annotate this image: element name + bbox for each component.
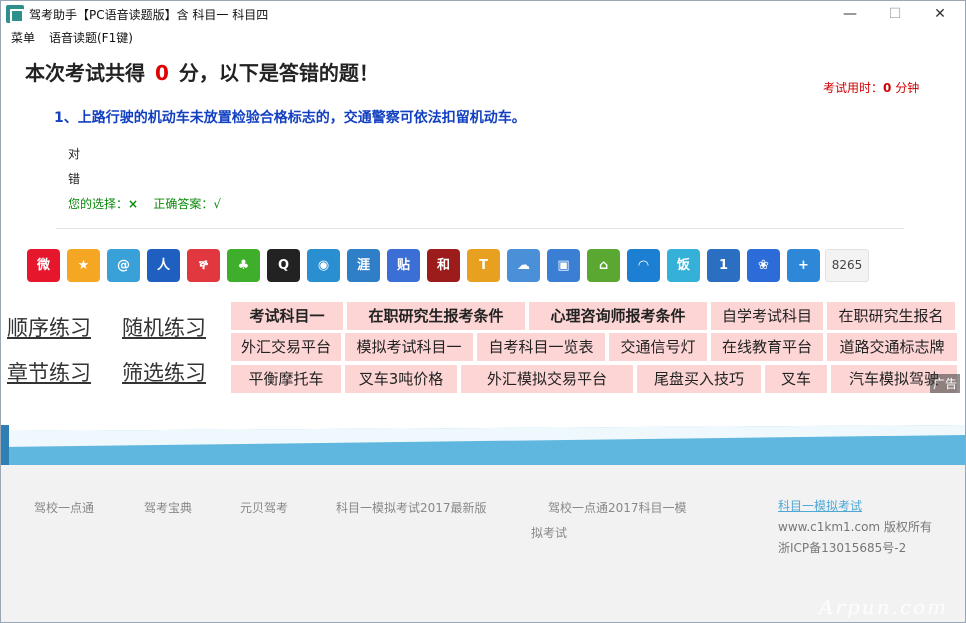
- correct-answer-label: 正确答案：: [153, 197, 214, 211]
- ad-link[interactable]: 外汇模拟交易平台: [461, 365, 633, 393]
- kaixin-icon[interactable]: ♣: [227, 249, 260, 282]
- gallery-icon[interactable]: ▣: [547, 249, 580, 282]
- minimize-button[interactable]: —: [827, 1, 873, 27]
- ad-link[interactable]: 叉车3吨价格: [345, 365, 457, 393]
- wifi-icon[interactable]: ◠: [627, 249, 660, 282]
- ad-link[interactable]: 自学考试科目: [711, 302, 823, 330]
- option-true[interactable]: 对: [68, 145, 80, 162]
- close-button[interactable]: ✕: [917, 1, 963, 27]
- ad-link[interactable]: 自考科目一览表: [477, 333, 605, 361]
- timer-unit: 分钟: [895, 81, 920, 95]
- timer-value: 0: [883, 81, 892, 95]
- renren-icon[interactable]: 人: [147, 249, 180, 282]
- ad-link[interactable]: 叉车: [765, 365, 827, 393]
- app-logo-icon: [6, 5, 24, 23]
- exam-timer: 考试用时：0 分钟: [823, 79, 919, 96]
- footer-link[interactable]: 科目一模拟考试2017最新版: [336, 499, 487, 516]
- random-practice-link[interactable]: 随机练习: [122, 312, 206, 342]
- tieba-icon[interactable]: 贴: [387, 249, 420, 282]
- ad-link[interactable]: 外汇交易平台: [231, 333, 341, 361]
- sohu-icon[interactable]: 涯: [347, 249, 380, 282]
- result-heading: 本次考试共得 0 分，以下是答错的题！: [25, 57, 379, 86]
- ad-link[interactable]: 平衡摩托车: [231, 365, 341, 393]
- filter-practice-link[interactable]: 筛选练习: [122, 357, 206, 387]
- timer-label: 考试用时：: [823, 81, 884, 95]
- menu-item-voice-read[interactable]: 语音读题(F1键): [49, 29, 133, 46]
- app-window: 驾考助手【PC语音读题版】含 科目一 科目四 — ☐ ✕ 菜单 语音读题(F1键…: [0, 0, 966, 623]
- number-one-icon[interactable]: 1: [707, 249, 740, 282]
- correct-answer-value: √: [213, 197, 222, 211]
- maximize-button[interactable]: ☐: [872, 1, 918, 27]
- ad-links-block: 考试科目一 在职研究生报考条件 心理咨询师报考条件 自学考试科目 在职研究生报名…: [230, 301, 959, 397]
- footer-site-link[interactable]: 科目一模拟考试: [778, 497, 862, 514]
- decorative-wave: [1, 417, 965, 467]
- ad-link[interactable]: 道路交通标志牌: [827, 333, 957, 361]
- weibo-icon[interactable]: 微: [27, 249, 60, 282]
- main-content: 本次考试共得 0 分，以下是答错的题！ 考试用时：0 分钟 1、上路行驶的机动车未放…: [1, 47, 965, 622]
- option-false[interactable]: 错: [68, 170, 80, 187]
- footer-link[interactable]: 元贝驾考: [240, 499, 288, 516]
- sequential-practice-link[interactable]: 顺序练习: [7, 312, 91, 342]
- title-bar[interactable]: 驾考助手【PC语音读题版】含 科目一 科目四 — ☐ ✕: [1, 1, 965, 27]
- toutiao-icon[interactable]: T: [467, 249, 500, 282]
- watermark: Arpun.com: [819, 595, 949, 619]
- share-count[interactable]: 8265: [825, 249, 869, 282]
- tencent-weibo-icon[interactable]: @: [107, 249, 140, 282]
- chapter-practice-link[interactable]: 章节练习: [7, 357, 91, 387]
- footer-link[interactable]: 驾校一点通: [34, 499, 94, 516]
- answer-summary: 您的选择：× 正确答案：√: [68, 195, 221, 212]
- score-value: 0: [155, 61, 169, 85]
- window-title: 驾考助手【PC语音读题版】含 科目一 科目四: [29, 8, 269, 22]
- menu-bar: 菜单 语音读题(F1键): [1, 27, 965, 47]
- your-choice-label: 您的选择：: [68, 197, 129, 211]
- qzone-icon[interactable]: ★: [67, 249, 100, 282]
- ad-link[interactable]: 考试科目一: [231, 302, 343, 330]
- ad-badge[interactable]: 广告: [930, 374, 961, 393]
- your-choice-value: ×: [128, 197, 139, 211]
- footer-link[interactable]: 驾考宝典: [144, 499, 192, 516]
- house-icon[interactable]: ⌂: [587, 249, 620, 282]
- paw-icon[interactable]: ❀: [747, 249, 780, 282]
- fanfou-icon[interactable]: 饭: [667, 249, 700, 282]
- heading-prefix: 本次考试共得: [25, 61, 145, 85]
- douban-icon[interactable]: ኞ: [187, 249, 220, 282]
- question-text: 1、上路行驶的机动车未放置检验合格标志的，交通警察可依法扣留机动车。: [54, 110, 526, 126]
- heading-suffix: 分，以下是答错的题！: [178, 61, 379, 85]
- footer-link-wrap[interactable]: 拟考试: [531, 524, 567, 541]
- qq-icon[interactable]: Q: [267, 249, 300, 282]
- cloud-icon[interactable]: ☁: [507, 249, 540, 282]
- more-plus-icon[interactable]: +: [787, 249, 820, 282]
- ad-link[interactable]: 交通信号灯: [609, 333, 707, 361]
- footer-icp: 浙ICP备13015685号-2: [778, 541, 907, 555]
- ad-link[interactable]: 尾盘买入技巧: [637, 365, 761, 393]
- ad-link[interactable]: 在职研究生报名: [827, 302, 955, 330]
- ad-link[interactable]: 在线教育平台: [711, 333, 823, 361]
- ad-link[interactable]: 模拟考试科目一: [345, 333, 473, 361]
- menu-item-menu[interactable]: 菜单: [11, 29, 35, 46]
- ad-link[interactable]: 心理咨询师报考条件: [529, 302, 707, 330]
- hexun-icon[interactable]: 和: [427, 249, 460, 282]
- footer-copyright: www.c1km1.com 版权所有: [778, 520, 932, 534]
- divider: [56, 228, 904, 229]
- ad-link[interactable]: 在职研究生报考条件: [347, 302, 525, 330]
- tianya-icon[interactable]: ◉: [307, 249, 340, 282]
- footer-link[interactable]: 驾校一点通2017科目一模: [548, 499, 687, 516]
